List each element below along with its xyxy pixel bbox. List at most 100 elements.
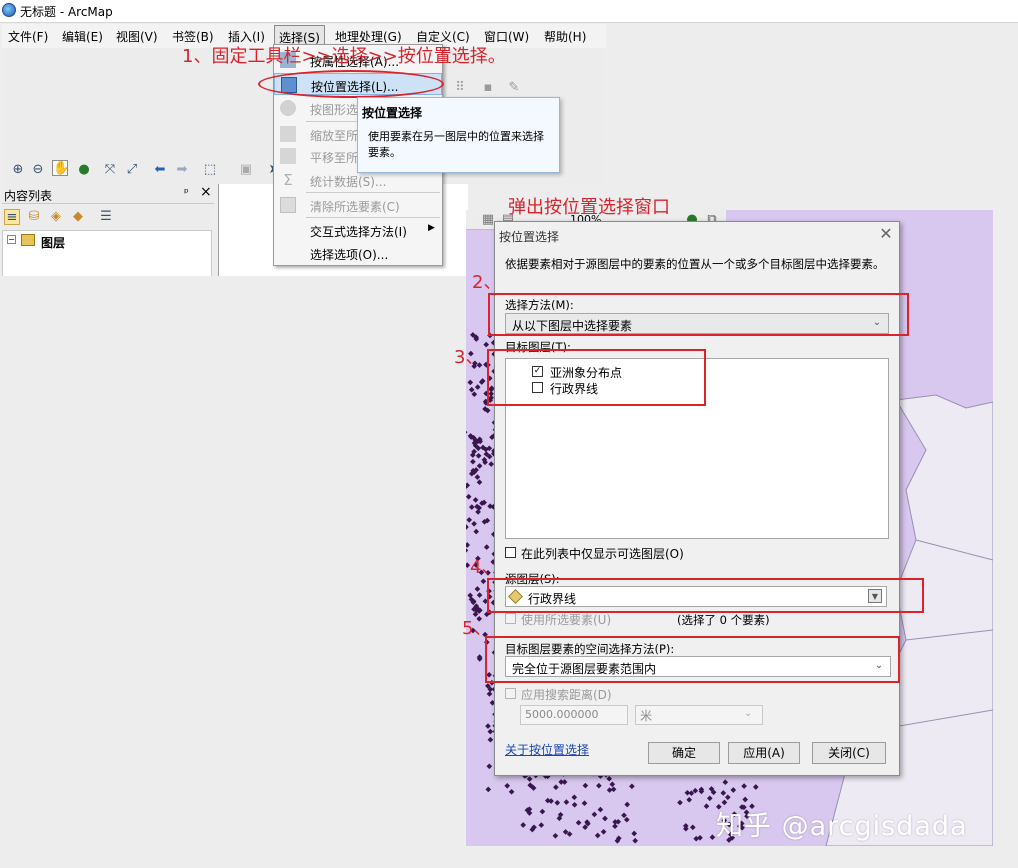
checkbox-disabled[interactable] — [505, 613, 516, 624]
pan-to-selected-icon — [280, 148, 296, 164]
map-point — [752, 784, 759, 790]
toolbar-icon-b[interactable]: ▪ — [480, 80, 496, 96]
map-point — [677, 799, 683, 806]
map-point — [466, 524, 469, 530]
map-point — [466, 517, 473, 523]
toolbar-icon-c[interactable]: ✎ — [506, 80, 522, 96]
clear-selection-icon[interactable]: ▣ — [238, 162, 254, 178]
title-bar: 无标题 - ArcMap — [0, 0, 1018, 22]
map-point — [526, 776, 533, 782]
menu-view[interactable]: 视图(V) — [116, 28, 158, 45]
map-point — [487, 736, 494, 743]
map-point — [538, 822, 545, 828]
fixed-zoom-out-icon[interactable]: ⤢ — [124, 162, 140, 178]
map-point — [539, 808, 546, 815]
map-point — [480, 578, 487, 585]
map-point — [686, 796, 693, 803]
map-point — [470, 458, 476, 465]
collapse-icon[interactable]: − — [7, 235, 16, 244]
toc-title: 内容列表 — [4, 189, 53, 203]
annotation-step3: 3、 — [454, 347, 484, 368]
apply-button[interactable]: 应用(A) — [728, 742, 800, 764]
list-by-visibility-icon[interactable]: ◈ — [48, 209, 64, 225]
close-button[interactable]: 关闭(C) — [812, 742, 886, 764]
map-point — [520, 822, 527, 828]
map-point — [486, 763, 493, 770]
map-point — [473, 528, 480, 535]
map-point — [720, 790, 727, 796]
map-point — [597, 806, 604, 813]
map-point — [722, 779, 729, 786]
map-point — [476, 463, 483, 469]
map-point — [591, 811, 598, 818]
toc-toolbar: ≡ ⛁ ◈ ◆ ☰ — [2, 205, 214, 229]
list-by-source-icon[interactable]: ⛁ — [26, 209, 42, 225]
map-point — [558, 779, 565, 785]
map-point — [612, 823, 618, 830]
ok-button[interactable]: 确定 — [648, 742, 720, 764]
zoom-in-icon[interactable]: ⊕ — [10, 162, 26, 178]
map-point — [689, 824, 696, 831]
map-point — [474, 586, 481, 592]
fixed-zoom-in-icon[interactable]: ⤧ — [102, 162, 118, 178]
menu-file[interactable]: 文件(F) — [8, 28, 48, 45]
map-point — [563, 799, 570, 805]
map-point — [466, 547, 469, 554]
map-point — [581, 800, 588, 807]
selected-count: (选择了 0 个要素) — [677, 613, 770, 627]
highlight-box-spatial-method — [485, 636, 900, 683]
map-point — [724, 794, 731, 801]
checkbox-unchecked[interactable] — [505, 547, 516, 558]
full-extent-icon[interactable]: ● — [76, 162, 92, 178]
tooltip: 按位置选择 使用要素在另一图层中的位置来选择要素。 — [357, 97, 560, 173]
zoom-out-icon[interactable]: ⊖ — [30, 162, 46, 178]
pan-icon[interactable]: ✋ — [52, 160, 69, 176]
map-point — [606, 775, 613, 782]
menu-help[interactable]: 帮助(H) — [544, 28, 586, 45]
toolbar-icon-a[interactable]: ⠿ — [452, 80, 468, 96]
checkbox-disabled[interactable] — [505, 688, 516, 699]
forward-icon[interactable]: ➡ — [174, 162, 190, 178]
list-by-selection-icon[interactable]: ◆ — [70, 209, 86, 225]
pin-icon[interactable]: ᵖ — [184, 186, 189, 199]
map-point — [552, 832, 559, 839]
map-point — [466, 429, 468, 436]
menu-edit[interactable]: 编辑(E) — [62, 28, 103, 45]
menu-item-clear-selected[interactable]: 清除所选要素(C) — [274, 194, 442, 216]
menu-item-selection-options[interactable]: 选择选项(O)... — [274, 242, 442, 264]
map-point — [472, 497, 479, 503]
map-point — [594, 832, 601, 839]
map-point — [508, 788, 515, 795]
highlight-box-method — [488, 293, 909, 336]
map-point — [471, 520, 477, 527]
zoom-to-selected-icon — [280, 126, 296, 142]
map-point — [730, 787, 737, 793]
about-link[interactable]: 关于按位置选择 — [505, 741, 589, 758]
annotation-step1: 1、固定工具栏>>选择>>按位置选择。 — [182, 46, 506, 67]
menu-item-interactive-method[interactable]: 交互式选择方法(I) ▶ — [274, 219, 442, 241]
map-point — [483, 544, 490, 550]
map-point — [471, 391, 478, 398]
map-point — [706, 795, 713, 802]
map-point — [709, 834, 716, 841]
submenu-arrow-icon: ▶ — [428, 223, 435, 233]
distance-unit-combo[interactable]: 米 ⌄ — [635, 705, 763, 725]
select-features-icon[interactable]: ⬚ — [202, 162, 218, 178]
map-point — [575, 819, 582, 826]
map-point — [485, 723, 491, 729]
highlight-box-source-layer — [487, 578, 924, 613]
dialog-close-icon[interactable]: ✕ — [877, 225, 895, 243]
map-point — [474, 384, 481, 390]
map-point — [504, 782, 511, 789]
map-point — [571, 801, 578, 808]
options-icon[interactable]: ☰ — [98, 209, 114, 225]
map-point — [582, 782, 589, 789]
use-selected-label: 使用所选要素(U) — [521, 613, 612, 627]
distance-input[interactable]: 5000.000000 — [520, 705, 628, 725]
map-point — [631, 830, 638, 837]
list-by-drawing-order-icon[interactable]: ≡ — [4, 209, 20, 225]
back-icon[interactable]: ⬅ — [152, 162, 168, 178]
map-point — [466, 542, 471, 548]
close-icon[interactable]: × — [200, 184, 212, 200]
window-title: 无标题 - ArcMap — [20, 5, 113, 19]
